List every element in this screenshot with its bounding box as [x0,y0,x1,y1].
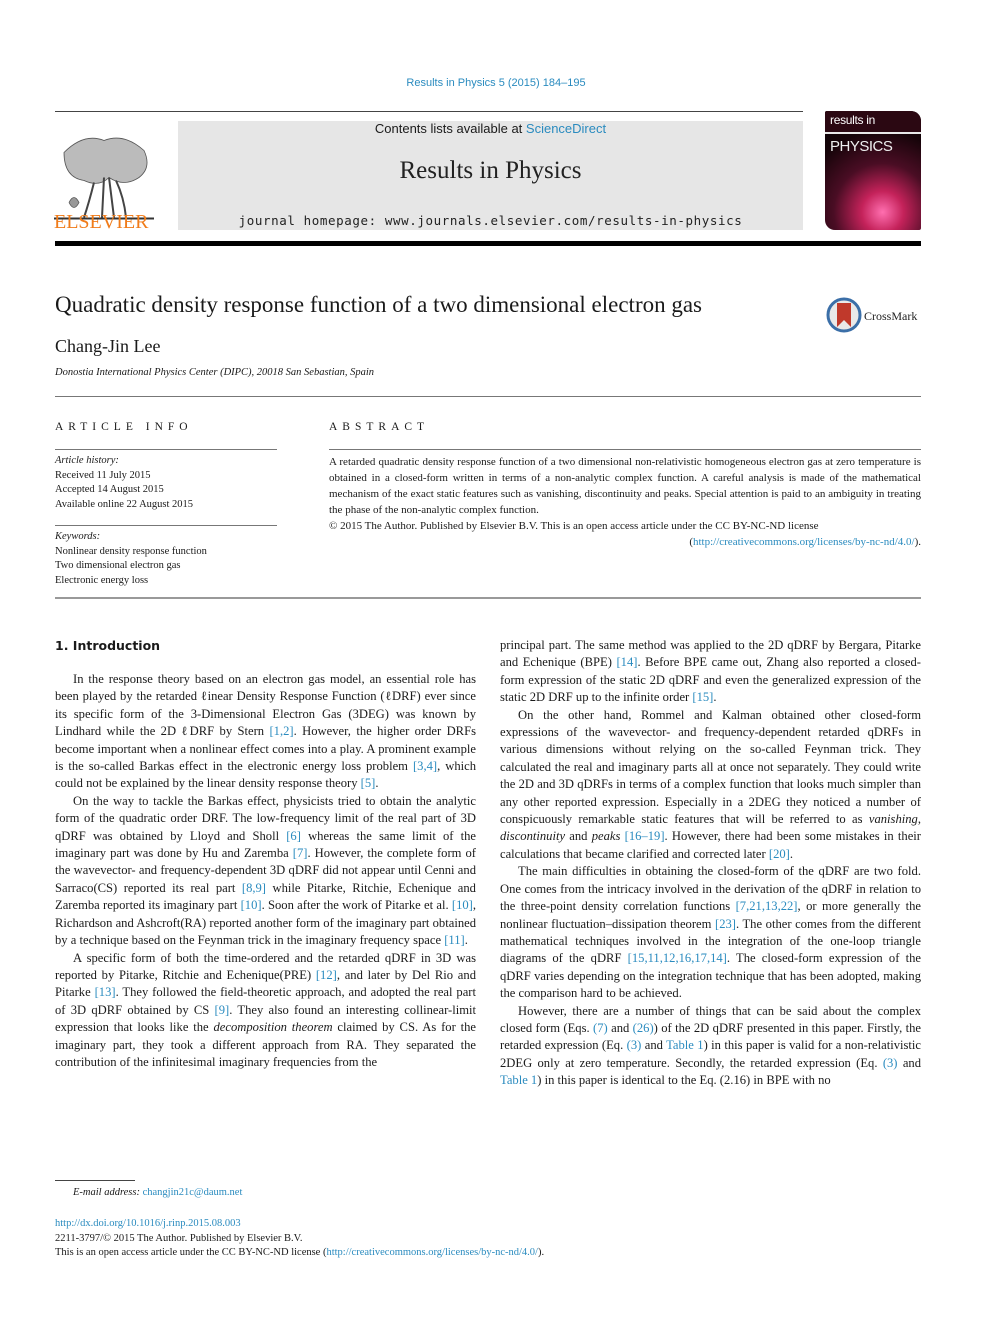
sciencedirect-link[interactable]: ScienceDirect [526,121,606,136]
journal-homepage: journal homepage: www.journals.elsevier.… [178,213,803,228]
article-title: Quadratic density response function of a… [55,292,703,317]
equation-link[interactable]: (7) [593,1021,608,1035]
crossmark-icon[interactable] [826,297,862,333]
reference-link[interactable]: [7] [293,846,308,860]
keyword-item: Electronic energy loss [55,574,149,586]
table-link[interactable]: Table 1 [500,1073,537,1087]
abstract-license-link[interactable]: http://creativecommons.org/licenses/by-n… [693,536,915,548]
paragraph: On the other hand, Rommel and Kalman obt… [500,707,921,861]
right-column: principal part. The same method was appl… [500,637,921,1090]
reference-link[interactable]: [16–19] [625,829,665,843]
reference-link[interactable]: [13] [95,985,116,999]
cover-top-band: results in [825,111,921,132]
contents-line: Contents lists available at ScienceDirec… [178,121,803,136]
crossmark-label[interactable]: CrossMark [864,309,917,324]
paragraph: On the way to tackle the Barkas effect, … [55,793,477,948]
journal-citation[interactable]: Results in Physics 5 (2015) 184–195 [0,77,992,89]
homepage-url[interactable]: www.journals.elsevier.com/results-in-phy… [385,213,743,228]
keywords-rule [55,525,277,526]
reference-link[interactable]: [15,11,12,16,17,14] [628,951,727,965]
abstract-text: A retarded quadratic density response fu… [329,456,921,516]
title-rule [55,396,921,397]
reference-link[interactable]: [7,21,13,22] [736,899,798,913]
footnote-rule [55,1180,135,1181]
left-column: In the response theory based on an elect… [55,671,476,1071]
issn-line: 2211-3797/© 2015 The Author. Published b… [55,1232,303,1244]
equation-link[interactable]: (3) [627,1038,642,1052]
paragraph: The main difficulties in obtaining the c… [500,864,921,1001]
author-affiliation: Donostia International Physics Center (D… [55,367,375,378]
elsevier-wordmark: ELSEVIER [54,211,149,233]
paragraph: In the response theory based on an elect… [55,672,477,791]
equation-link[interactable]: (26) [633,1021,654,1035]
reference-link[interactable]: [12] [316,968,337,982]
abstract-license: (http://creativecommons.org/licenses/by-… [689,536,921,548]
cover-line1: results in [830,113,876,127]
reference-link[interactable]: [6] [286,829,301,843]
abstract-body: A retarded quadratic density response fu… [329,454,921,550]
abstract-rule [329,449,921,450]
reference-link[interactable]: [10] [452,898,473,912]
equation-link[interactable]: (3) [883,1056,898,1070]
paragraph: However, there are a number of things th… [500,1003,922,1088]
email-link[interactable]: changjin21c@daum.net [143,1187,243,1198]
journal-title: Results in Physics [399,157,582,184]
paragraph: principal part. The same method was appl… [500,638,922,705]
paragraph: A specific form of both the time-ordered… [55,950,476,1069]
reference-link[interactable]: [9] [215,1003,230,1017]
reference-link[interactable]: [10] [241,898,262,912]
reference-link[interactable]: [20] [769,847,790,861]
table-link[interactable]: Table 1 [666,1038,703,1052]
footnote-email: E-mail address: changjin21c@daum.net [73,1187,242,1198]
reference-link[interactable]: [5] [361,776,376,790]
reference-link[interactable]: [15] [692,690,713,704]
reference-link[interactable]: [14] [616,655,637,669]
abstract-copyright: © 2015 The Author. Published by Elsevier… [329,520,819,532]
cover-separator [825,132,921,134]
section-heading-introduction: 1. Introduction [55,638,161,653]
reference-link[interactable]: [3,4] [413,759,437,773]
history-received: Received 11 July 2015 [55,469,151,481]
history-accepted: Accepted 14 August 2015 [55,484,164,495]
abstract-heading: ABSTRACT [329,421,430,433]
footer-license-link[interactable]: http://creativecommons.org/licenses/by-n… [326,1247,538,1258]
doi-link[interactable]: http://dx.doi.org/10.1016/j.rinp.2015.08… [55,1217,544,1232]
article-info-rule [55,449,277,450]
keywords-block: Keywords: Nonlinear density response fun… [55,530,207,588]
header-rule [55,111,803,112]
reference-link[interactable]: [11] [444,933,465,947]
license-line: This is an open access article under the… [55,1247,545,1258]
keywords-label: Keywords: [55,531,101,542]
cover-line2: PHYSICS [830,138,893,155]
homepage-prefix: journal homepage: [238,213,385,228]
journal-cover-image[interactable]: results in PHYSICS [825,111,921,230]
header-thick-bar [55,241,921,246]
contents-prefix: Contents lists available at [374,121,526,136]
keyword-item: Two dimensional electron gas [55,560,181,571]
reference-link[interactable]: [8,9] [242,881,266,895]
page-footer: http://dx.doi.org/10.1016/j.rinp.2015.08… [55,1217,544,1261]
article-history: Article history: Received 11 July 2015 A… [55,454,193,512]
history-label: Article history: [55,455,119,466]
abstract-bottom-rule [55,597,921,599]
reference-link[interactable]: [1,2] [269,724,293,738]
keyword-item: Nonlinear density response function [55,545,207,557]
author-name: Chang-Jin Lee [55,336,161,356]
history-online: Available online 22 August 2015 [55,498,194,510]
email-label: E-mail address: [73,1187,143,1198]
article-info-heading: ARTICLE INFO [55,421,193,433]
reference-link[interactable]: [23] [715,917,736,931]
